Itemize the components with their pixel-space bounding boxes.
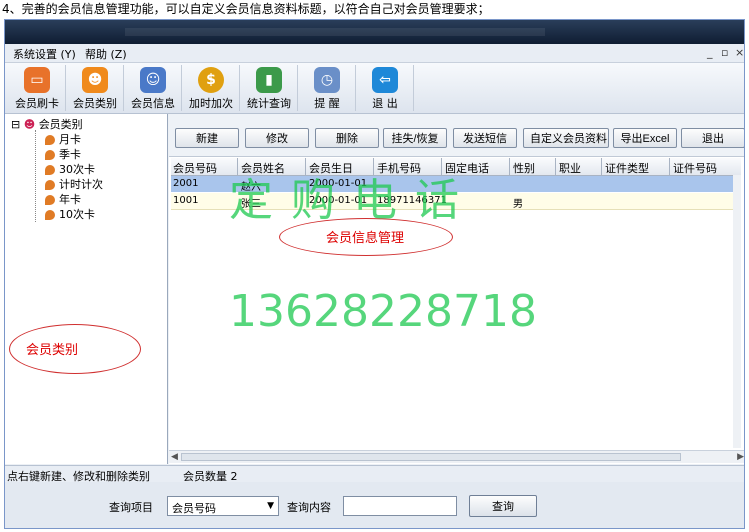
menu-bar: 系统设置 (Y) 帮助 (Z) _ ▫ × [5, 44, 744, 63]
toolbar-member-category-button[interactable]: ☻ 会员类别 [67, 65, 124, 111]
tree-item-label: 10次卡 [59, 208, 95, 221]
watermark-order-phone: 定购电话 [229, 175, 477, 226]
search-button[interactable]: 查询 [469, 495, 537, 517]
toolbar-exit-button[interactable]: ⇦ 退 出 [357, 65, 414, 111]
tree-connector [35, 130, 37, 222]
tree-item-label: 月卡 [59, 133, 81, 146]
export-excel-button[interactable]: 导出Excel [613, 128, 677, 148]
statistics-icon: ▮ [256, 67, 282, 93]
query-item-value: 会员号码 [172, 502, 216, 515]
member-info-pane: 新建 修改 删除 挂失/恢复 发送短信 自定义会员资料 导出Excel 退出 会… [169, 114, 744, 464]
toolbar-label: 会员类别 [73, 97, 117, 110]
collapse-icon[interactable]: ⊟ [11, 118, 20, 131]
custom-fields-button[interactable]: 自定义会员资料 [523, 128, 609, 148]
restore-icon[interactable]: ▫ [721, 46, 728, 59]
toolbar-label: 会员刷卡 [15, 97, 59, 110]
reminder-icon: ◷ [314, 67, 340, 93]
tree-item[interactable]: 年卡 [45, 191, 81, 207]
column-header[interactable]: 职业 [559, 160, 581, 176]
query-content-label: 查询内容 [287, 501, 331, 514]
menu-help[interactable]: 帮助 (Z) [85, 46, 127, 62]
vertical-scrollbar[interactable] [733, 175, 741, 448]
tree-item-label: 30次卡 [59, 163, 95, 176]
leaf-icon [45, 210, 55, 220]
tree-item[interactable]: 季卡 [45, 146, 81, 162]
toolbar-statistics-button[interactable]: ▮ 统计查询 [241, 65, 298, 111]
tree-item[interactable]: 30次卡 [45, 161, 95, 177]
table-cell: 2001 [173, 178, 199, 189]
toolbar-label: 会员信息 [131, 97, 175, 110]
tree-root-label: 会员类别 [38, 118, 83, 131]
member-card-icon: ▭ [24, 67, 50, 93]
leaf-icon [45, 150, 55, 160]
toolbar-member-info-button[interactable]: ☺ 会员信息 [125, 65, 182, 111]
query-item-label: 查询项目 [109, 501, 153, 514]
query-content-input[interactable] [343, 496, 457, 516]
close-icon[interactable]: × [735, 46, 744, 59]
annotation-ellipse-category: 会员类别 [9, 324, 141, 374]
status-bar: 点右键新建、修改和删除类别 会员数量 2 [5, 465, 744, 483]
new-button[interactable]: 新建 [175, 128, 239, 148]
column-header[interactable]: 会员号码 [173, 160, 217, 176]
dollar-coin-icon: $ [198, 67, 224, 93]
column-header[interactable]: 性别 [513, 160, 535, 176]
watermark-phone-number: 13628228718 [229, 286, 537, 337]
toolbar-label: 退 出 [372, 97, 398, 110]
horizontal-scrollbar[interactable]: ◀ ▶ [169, 450, 744, 463]
leaf-icon [45, 135, 55, 145]
app-window: 系统设置 (Y) 帮助 (Z) _ ▫ × ▭ 会员刷卡 ☻ 会员类别 ☺ 会员… [4, 19, 745, 529]
scroll-thumb[interactable] [181, 453, 681, 461]
tree-item[interactable]: 月卡 [45, 131, 81, 147]
scroll-right-icon[interactable]: ▶ [737, 452, 744, 462]
action-bar: 新建 修改 删除 挂失/恢复 发送短信 自定义会员资料 导出Excel 退出 [169, 114, 744, 157]
tree-item[interactable]: 10次卡 [45, 206, 95, 222]
delete-button[interactable]: 删除 [315, 128, 379, 148]
exit-icon: ⇦ [372, 67, 398, 93]
table-cell: 1001 [173, 195, 199, 206]
member-category-icon: ☻ [82, 67, 108, 93]
leaf-icon [45, 165, 55, 175]
column-header[interactable]: 证件类型 [605, 160, 649, 176]
report-loss-button[interactable]: 挂失/恢复 [383, 128, 447, 148]
tree-item-label: 计时计次 [59, 178, 103, 191]
title-bar [5, 20, 744, 44]
chevron-down-icon: ▼ [267, 501, 274, 511]
table-cell: 男 [513, 199, 523, 210]
toolbar: ▭ 会员刷卡 ☻ 会员类别 ☺ 会员信息 $ 加时加次 ▮ 统计查询 ◷ 提 醒… [5, 63, 744, 114]
query-panel: 查询项目 会员号码 ▼ 查询内容 查询 [5, 482, 744, 528]
member-info-icon: ☺ [140, 67, 166, 93]
tree-item-label: 年卡 [59, 193, 81, 206]
leaf-icon [45, 180, 55, 190]
annotation-label: 会员信息管理 [326, 231, 405, 246]
category-tree-pane: ⊟ ☻ 会员类别 月卡 季卡 30次卡 计时计次 年卡 10次卡 会员类别 [5, 114, 168, 464]
tree-item-label: 季卡 [59, 148, 81, 161]
tree-item[interactable]: 计时计次 [45, 176, 103, 192]
column-header[interactable]: 证件号码 [673, 160, 733, 176]
query-item-select[interactable]: 会员号码 ▼ [167, 496, 279, 516]
toolbar-label: 统计查询 [247, 97, 291, 110]
tree-root[interactable]: ⊟ ☻ 会员类别 [11, 116, 83, 132]
folder-people-icon: ☻ [23, 118, 36, 131]
menu-system[interactable]: 系统设置 (Y) [13, 46, 76, 62]
exit-button[interactable]: 退出 [681, 128, 744, 148]
leaf-icon [45, 195, 55, 205]
page-caption: 4、完善的会员信息管理功能，可以自定义会员信息资料标题，以符合自己对会员管理要求… [2, 2, 490, 16]
toolbar-label: 加时加次 [189, 97, 233, 110]
toolbar-reminder-button[interactable]: ◷ 提 醒 [299, 65, 356, 111]
toolbar-member-swipe-button[interactable]: ▭ 会员刷卡 [9, 65, 66, 111]
send-sms-button[interactable]: 发送短信 [453, 128, 517, 148]
edit-button[interactable]: 修改 [245, 128, 309, 148]
toolbar-add-time-button[interactable]: $ 加时加次 [183, 65, 240, 111]
toolbar-label: 提 醒 [314, 97, 340, 110]
annotation-label: 会员类别 [26, 343, 79, 358]
minimize-icon[interactable]: _ [707, 46, 713, 59]
scroll-left-icon[interactable]: ◀ [171, 452, 178, 462]
